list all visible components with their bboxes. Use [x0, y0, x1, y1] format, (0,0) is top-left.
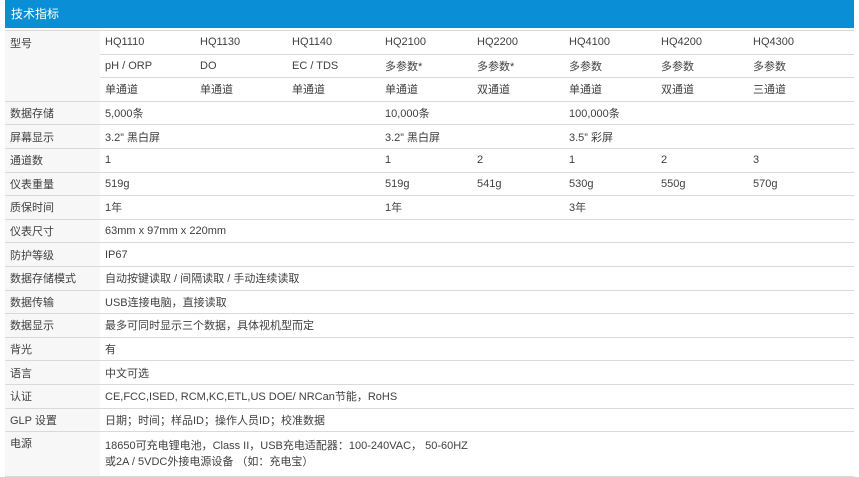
spec-page: 技术指标 型号 HQ1110 HQ1130 HQ1140 HQ2100 HQ22…: [5, 0, 854, 477]
size-value: 63mm x 97mm x 220mm: [100, 219, 854, 244]
model-channel: 三通道: [748, 77, 854, 102]
model-channel: 单通道: [287, 77, 380, 102]
model-name: HQ1110: [100, 30, 195, 55]
channels-value: 1: [380, 148, 472, 173]
table-row: 型号 HQ1110 HQ1130 HQ1140 HQ2100 HQ2200 HQ…: [5, 30, 854, 102]
channels-value: 1: [564, 148, 656, 173]
screen-value: 3.2” 黑白屏: [100, 124, 380, 149]
warranty-value: 1年: [100, 195, 380, 220]
spec-title: 技术指标: [11, 7, 60, 21]
table-row: 防护等级 IP67: [5, 242, 854, 267]
model-param: 多参数*: [472, 54, 564, 79]
model-channel: 单通道: [380, 77, 472, 102]
model-name: HQ4300: [748, 30, 854, 55]
storage-mode-value: 自动按键读取 / 间隔读取 / 手动连续读取: [100, 266, 854, 291]
table-row: 数据存储 5,000条 10,000条 100,000条: [5, 101, 854, 126]
model-channel: 单通道: [195, 77, 287, 102]
channels-value: 2: [472, 148, 564, 173]
table-row: 数据传输 USB连接电脑，直接读取: [5, 290, 854, 315]
model-param: 多参数: [564, 54, 656, 79]
row-label-power: 电源: [5, 431, 100, 477]
model-name: HQ4100: [564, 30, 656, 55]
table-row: 仪表尺寸 63mm x 97mm x 220mm: [5, 219, 854, 244]
model-param: 多参数*: [380, 54, 472, 79]
model-channel: 双通道: [472, 77, 564, 102]
table-row: 数据显示 最多可同时显示三个数据，具体视机型而定: [5, 313, 854, 338]
channels-value: 1: [100, 148, 380, 173]
storage-value: 100,000条: [564, 101, 854, 126]
weight-value: 570g: [748, 172, 854, 197]
row-label-ip: 防护等级: [5, 242, 100, 267]
table-row: pH / ORP DO EC / TDS 多参数* 多参数* 多参数 多参数 多…: [5, 54, 854, 79]
weight-value: 530g: [564, 172, 656, 197]
model-name: HQ1130: [195, 30, 287, 55]
display-value: 最多可同时显示三个数据，具体视机型而定: [100, 313, 854, 338]
model-channel: 双通道: [656, 77, 748, 102]
row-label-display: 数据显示: [5, 313, 100, 338]
row-label-language: 语言: [5, 360, 100, 385]
power-value: 18650可充电锂电池，Class II，USB充电适配器：100-240VAC…: [100, 431, 854, 477]
power-line: 18650可充电锂电池，Class II，USB充电适配器：100-240VAC…: [105, 440, 468, 453]
row-label-cert: 认证: [5, 384, 100, 409]
row-label-size: 仪表尺寸: [5, 219, 100, 244]
table-row: GLP 设置 日期；时间；样品ID；操作人员ID；校准数据: [5, 408, 854, 433]
row-label-warranty: 质保时间: [5, 195, 100, 220]
backlight-value: 有: [100, 337, 854, 362]
power-line: 或2A / 5VDC外接电源设备 （如：充电宝）: [105, 456, 314, 469]
model-param: pH / ORP: [100, 54, 195, 79]
model-param: DO: [195, 54, 287, 79]
table-row: 仪表重量 519g 519g 541g 530g 550g 570g: [5, 172, 854, 197]
storage-value: 10,000条: [380, 101, 564, 126]
warranty-value: 1年: [380, 195, 564, 220]
table-row: 认证 CE,FCC,ISED, RCM,KC,ETL,US DOE/ NRCan…: [5, 384, 854, 409]
weight-value: 550g: [656, 172, 748, 197]
language-value: 中文可选: [100, 360, 854, 385]
row-label-model: 型号: [5, 30, 100, 102]
row-label-storage-mode: 数据存储模式: [5, 266, 100, 291]
channels-value: 3: [748, 148, 854, 173]
model-channel: 单通道: [564, 77, 656, 102]
table-row: 通道数 1 1 2 1 2 3: [5, 148, 854, 173]
cert-value: CE,FCC,ISED, RCM,KC,ETL,US DOE/ NRCan节能，…: [100, 384, 854, 409]
row-label-weight: 仪表重量: [5, 172, 100, 197]
weight-value: 519g: [100, 172, 380, 197]
transfer-value: USB连接电脑，直接读取: [100, 290, 854, 315]
row-label-storage: 数据存储: [5, 101, 100, 126]
model-name: HQ2100: [380, 30, 472, 55]
table-row: 质保时间 1年 1年 3年: [5, 195, 854, 220]
glp-value: 日期；时间；样品ID；操作人员ID；校准数据: [100, 408, 854, 433]
table-row: 屏幕显示 3.2” 黑白屏 3.2” 黑白屏 3.5” 彩屏: [5, 124, 854, 149]
table-row: 语言 中文可选: [5, 360, 854, 385]
spec-header: 技术指标: [5, 0, 854, 28]
table-row: 单通道 单通道 单通道 单通道 双通道 单通道 双通道 三通道: [5, 77, 854, 102]
ip-value: IP67: [100, 242, 854, 267]
spec-table: 型号 HQ1110 HQ1130 HQ1140 HQ2100 HQ2200 HQ…: [5, 30, 854, 477]
row-label-glp: GLP 设置: [5, 408, 100, 433]
model-name: HQ1140: [287, 30, 380, 55]
model-name: HQ2200: [472, 30, 564, 55]
warranty-value: 3年: [564, 195, 854, 220]
row-label-backlight: 背光: [5, 337, 100, 362]
model-name: HQ4200: [656, 30, 748, 55]
screen-value: 3.2” 黑白屏: [380, 124, 564, 149]
weight-value: 541g: [472, 172, 564, 197]
storage-value: 5,000条: [100, 101, 380, 126]
row-label-channels: 通道数: [5, 148, 100, 173]
table-row: 电源 18650可充电锂电池，Class II，USB充电适配器：100-240…: [5, 431, 854, 477]
channels-value: 2: [656, 148, 748, 173]
table-row: 数据存储模式 自动按键读取 / 间隔读取 / 手动连续读取: [5, 266, 854, 291]
row-label-transfer: 数据传输: [5, 290, 100, 315]
screen-value: 3.5” 彩屏: [564, 124, 854, 149]
weight-value: 519g: [380, 172, 472, 197]
table-row: 背光 有: [5, 337, 854, 362]
row-label-screen: 屏幕显示: [5, 124, 100, 149]
model-channel: 单通道: [100, 77, 195, 102]
model-param: EC / TDS: [287, 54, 380, 79]
model-param: 多参数: [748, 54, 854, 79]
model-param: 多参数: [656, 54, 748, 79]
